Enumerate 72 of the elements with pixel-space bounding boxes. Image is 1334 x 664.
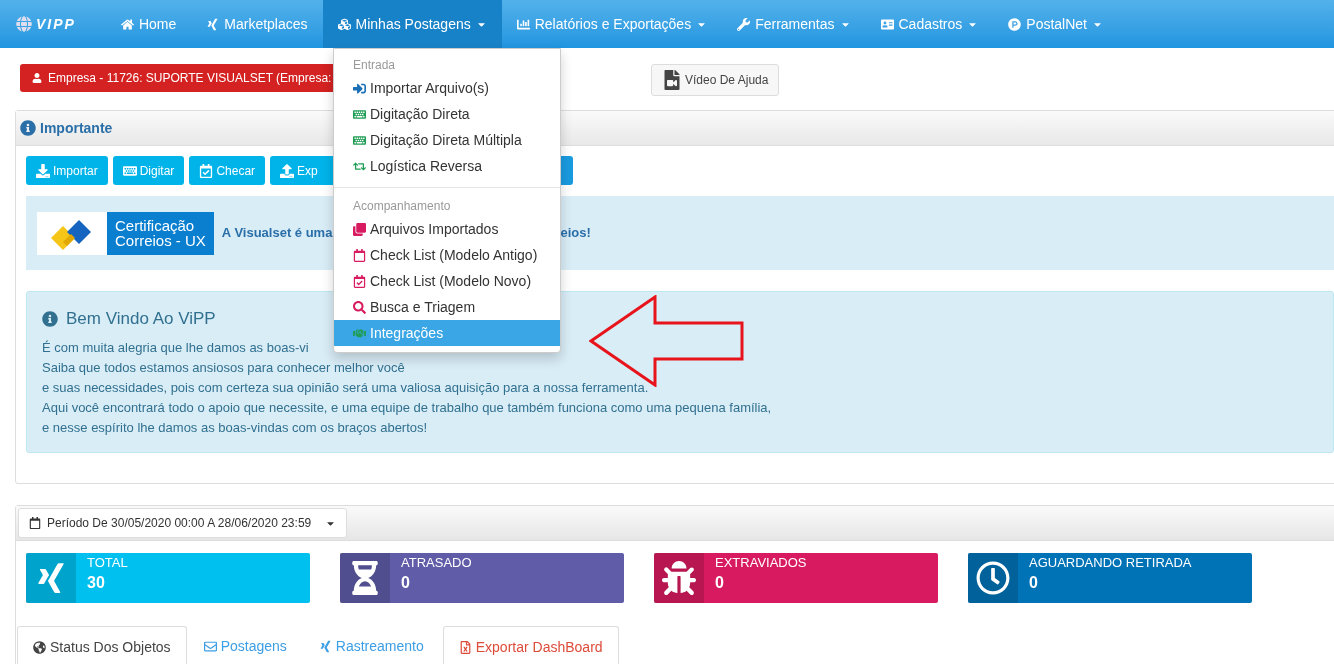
keyboard-icon <box>353 107 366 121</box>
menu-item[interactable]: Check List (Modelo Antigo) <box>334 242 560 268</box>
nav-item[interactable]: Home <box>105 0 192 48</box>
keyboard-icon <box>122 163 137 178</box>
stat-label: EXTRAVIADOS <box>715 555 807 571</box>
nav-item[interactable]: Cadastros <box>865 0 994 48</box>
welcome-title: Bem Vindo Ao ViPP <box>66 308 216 330</box>
menu-item[interactable]: Digitação Direta Múltipla <box>334 127 560 153</box>
upload-icon <box>280 163 295 178</box>
nav-item[interactable]: Ferramentas <box>722 0 866 48</box>
globe-logo-icon <box>16 16 32 32</box>
xing-icon <box>206 17 220 31</box>
envelope-icon <box>203 640 217 653</box>
sign-in-icon <box>353 81 366 95</box>
stat-label: ATRASADO <box>401 555 472 571</box>
certification-logo-text: Certificação Correios - UX <box>107 211 214 255</box>
calendar-icon <box>353 248 366 262</box>
copy-icon <box>353 222 366 236</box>
calendar-check-icon <box>199 163 214 178</box>
period-dropdown[interactable]: Período De 30/05/2020 00:00 A 28/06/2020 23:59 <box>18 508 348 538</box>
xing-icon <box>318 640 332 653</box>
clock-icon <box>976 561 1010 595</box>
user-icon <box>32 73 42 83</box>
welcome-text-line: Aqui você encontrará todo o apoio que necessite, e uma equipe de trabalho que também funciona como uma pequena família, <box>42 398 772 417</box>
home-icon <box>120 17 134 31</box>
globe-icon <box>33 640 46 654</box>
wrench-icon <box>737 17 751 31</box>
stat-value: 0 <box>715 573 724 593</box>
search-icon <box>353 300 366 314</box>
toolbar-button[interactable]: Checar <box>189 156 266 185</box>
dashboard-tab[interactable]: Exportar DashBoard <box>442 626 619 664</box>
nav-item[interactable]: Marketplaces <box>191 0 323 48</box>
calendar-check-icon <box>353 274 366 288</box>
banner-text: A Visualset é uma <box>221 224 333 243</box>
menu-item[interactable]: Arquivos Importados <box>334 216 560 242</box>
bug-icon <box>662 561 696 595</box>
toolbar-button[interactable]: Digitar <box>112 156 185 185</box>
calendar-icon <box>29 517 41 529</box>
stat-value: 0 <box>401 573 410 593</box>
id-card-icon <box>880 17 894 31</box>
welcome-text-line: Saiba que todos estamos ansiosos para conhecer melhor você <box>42 358 405 377</box>
welcome-text-line: e nesse espírito lhe damos as boas-vindas com os braços abertos! <box>42 418 428 437</box>
nav-item[interactable]: PostalNet <box>993 0 1118 48</box>
stat-label: AGUARDANDO RETIRADA <box>1029 555 1192 571</box>
logo-text[interactable]: VIPP <box>36 13 76 35</box>
menu-section-header: Acompanhamento <box>352 198 452 215</box>
menu-item[interactable]: Integrações <box>334 320 560 346</box>
nav-item[interactable]: Minhas Postagens <box>322 0 502 48</box>
nav-item[interactable]: Relatórios e Exportações <box>501 0 723 48</box>
banner-text: eios! <box>560 224 591 243</box>
welcome-text-line: e suas necessidades, pois com certeza sua opinião será uma valiosa aquisição para a nossa ferramenta. <box>42 378 649 397</box>
video-file-icon <box>662 70 682 90</box>
info-icon <box>42 310 58 327</box>
stat-value: 30 <box>87 573 105 593</box>
dashboard-tab[interactable]: Status Dos Objetos <box>17 626 187 664</box>
dashboard-tab[interactable]: Rastreamento <box>303 626 439 664</box>
menu-item[interactable]: Check List (Modelo Novo) <box>334 268 560 294</box>
panel-title: Importante <box>40 118 113 138</box>
excel-file-icon <box>458 640 472 654</box>
cubes-icon <box>337 17 351 31</box>
menu-item[interactable]: Digitação Direta <box>334 101 560 127</box>
stat-value: 0 <box>1029 573 1038 593</box>
welcome-text-line: É com muita alegria que lhe damos as boas-vi <box>42 338 309 357</box>
help-video-button[interactable]: Vídeo De Ajuda <box>651 64 780 96</box>
stat-label: TOTAL <box>87 555 128 571</box>
keyboard-icon <box>353 133 366 147</box>
dashboard-tab[interactable]: Postagens <box>188 626 302 664</box>
download-icon <box>36 163 50 178</box>
toolbar-button[interactable]: Importar <box>26 156 108 185</box>
bar-chart-icon <box>516 17 530 31</box>
info-icon <box>20 120 36 136</box>
menu-item[interactable]: Busca e Triagem <box>334 294 560 320</box>
